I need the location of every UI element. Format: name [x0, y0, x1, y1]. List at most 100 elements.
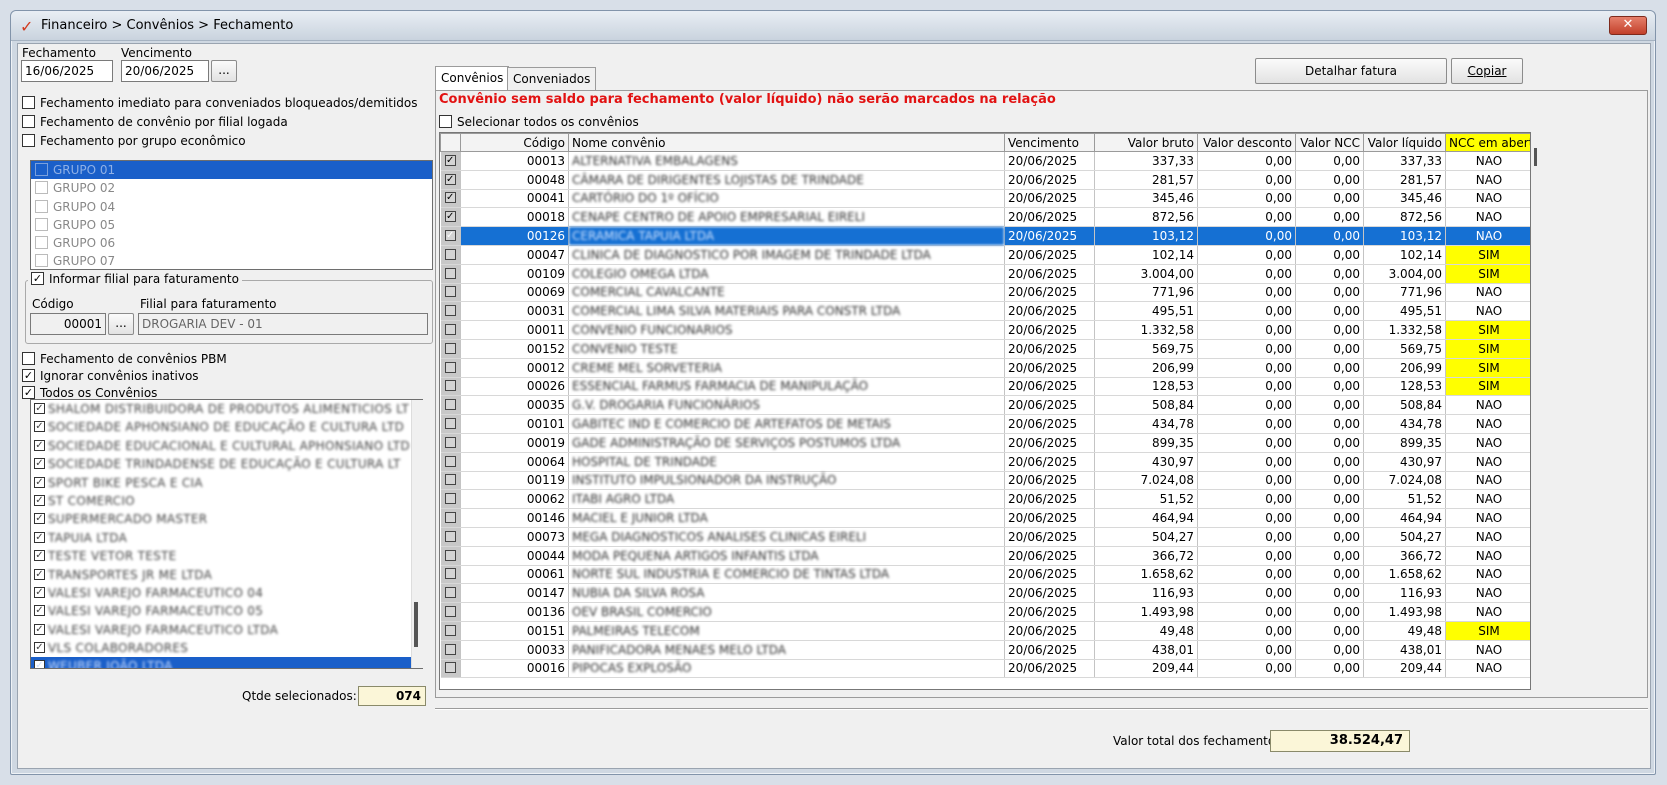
opt-fechamento-imediato[interactable]: Fechamento imediato para conveniados blo… — [22, 94, 418, 112]
convenio-list-item[interactable]: ✓ VALESI VAREJO FARMACEUTICO LTDA — [31, 621, 422, 639]
row-select-cell[interactable] — [440, 489, 461, 510]
filial-codigo-field[interactable]: 00001 — [30, 313, 106, 335]
row-checkbox-icon[interactable] — [444, 662, 456, 674]
row-checkbox-icon[interactable] — [444, 549, 456, 561]
convenio-list-item[interactable]: ✓ SOCIEDADE APHONSIANO DE EDUCAÇÃO E CULT… — [31, 418, 422, 436]
header-valor-liquido[interactable]: Valor líquido — [1363, 133, 1446, 152]
row-select-cell[interactable]: ✓ — [440, 226, 461, 246]
convenio-list-item[interactable]: ✓ SOCIEDADE TRINDADENSE DE EDUCAÇÃO E CUL… — [31, 455, 422, 473]
grid-row[interactable]: 00101 GABITEC IND E COMERCIO DE ARTEFATOS… — [440, 414, 1530, 434]
convenio-list-item[interactable]: ✓ SUPERMERCADO MASTER — [31, 510, 422, 528]
convenio-list-item[interactable]: ✓ VALESI VAREJO FARMACEUTICO 04 — [31, 584, 422, 602]
convenio-list-item[interactable]: ✓ SPORT BIKE PESCA E CIA — [31, 474, 422, 492]
convenio-list-item[interactable]: ✓ TAPUIA LTDA — [31, 529, 422, 547]
grid-row[interactable]: ✓ 00018 CENAPE CENTRO DE APOIO EMPRESARIAL… — [440, 207, 1530, 228]
header-codigo[interactable]: Código — [460, 133, 569, 152]
row-select-cell[interactable] — [440, 339, 461, 359]
grid-row[interactable]: 00061 NORTE SUL INDUSTRIA E COMERCIO DE T… — [440, 565, 1530, 585]
grid-row[interactable]: 00044 MODA PEQUENA ARTIGOS INFANTIS LTDA 2… — [440, 546, 1530, 566]
header-nome[interactable]: Nome convênio — [568, 133, 1005, 152]
convenio-list-item[interactable]: ✓ SOCIEDADE EDUCACIONAL E CULTURAL APHONS… — [31, 437, 422, 455]
row-select-cell[interactable] — [440, 283, 461, 303]
row-checkbox-icon[interactable] — [444, 455, 456, 467]
row-checkbox-icon[interactable] — [444, 248, 456, 260]
row-checkbox-checked-icon[interactable]: ✓ — [444, 192, 456, 204]
detalhar-fatura-button[interactable]: Detalhar fatura — [1255, 58, 1447, 84]
row-checkbox-checked-icon[interactable]: ✓ — [444, 154, 456, 166]
row-select-cell[interactable] — [440, 640, 461, 660]
row-select-cell[interactable] — [440, 527, 461, 547]
opt-fechamento-grupo[interactable]: Fechamento por grupo econômico — [22, 132, 246, 150]
row-checkbox-icon[interactable] — [444, 530, 456, 542]
convenio-list-item[interactable]: ✓ TESTE VETOR TESTE — [31, 547, 422, 565]
grid-row[interactable]: 00073 MEGA DIAGNOSTICOS ANALISES CLINICAS… — [440, 527, 1530, 547]
grid-row[interactable]: 00151 PALMEIRAS TELECOM 20/06/2025 49,48 0,0… — [440, 621, 1530, 641]
grupo-item[interactable]: GRUPO 07 — [31, 252, 432, 269]
grid-row[interactable]: 00012 CREME MEL SORVETERIA 20/06/2025 206,9… — [440, 358, 1530, 378]
row-select-cell[interactable] — [440, 264, 461, 284]
row-select-cell[interactable] — [440, 583, 461, 604]
opt-fechamento-filial[interactable]: Fechamento de convênio por filial logada — [22, 113, 288, 131]
row-select-cell[interactable] — [440, 452, 461, 472]
row-select-cell[interactable] — [440, 320, 461, 340]
convenio-list-item[interactable]: ✓ SHALOM DISTRIBUIDORA DE PRODUTOS ALIMEN… — [31, 400, 422, 418]
grid-row[interactable]: 00146 MACIEL E JUNIOR LTDA 20/06/2025 464,9… — [440, 508, 1530, 528]
grid-row[interactable]: 00035 G.V. DROGARIA FUNCIONÁRIOS 20/06/202… — [440, 395, 1530, 416]
row-checkbox-icon[interactable] — [444, 493, 456, 505]
grid-row[interactable]: 00016 PIPOCAS EXPLOSÃO 20/06/2025 209,44 0,0… — [440, 659, 1530, 679]
row-select-cell[interactable] — [440, 433, 461, 453]
tab-conveniados[interactable]: Conveniados — [507, 67, 597, 90]
title-bar[interactable]: ✓ Financeiro > Convênios > Fechamento ✕ — [11, 11, 1655, 41]
row-select-cell[interactable] — [440, 621, 461, 641]
vencimento-date-field[interactable]: 20/06/2025 — [121, 60, 209, 82]
row-checkbox-icon[interactable] — [444, 436, 456, 448]
row-select-cell[interactable]: ✓ — [440, 170, 461, 190]
grid-row[interactable]: 00019 GADE ADMINISTRAÇÃO DE SERVIÇOS POST… — [440, 433, 1530, 453]
opt-convenios-pbm[interactable]: Fechamento de convênios PBM — [22, 350, 227, 368]
row-select-cell[interactable] — [440, 508, 461, 528]
grid-row[interactable]: 00147 NUBIA DA SILVA ROSA 20/06/2025 116,93… — [440, 583, 1530, 604]
copiar-button[interactable]: Copiar — [1451, 58, 1523, 84]
row-select-cell[interactable] — [440, 471, 461, 491]
grupo-item[interactable]: GRUPO 06 — [31, 234, 432, 252]
convenios-scrollbar-thumb[interactable] — [414, 602, 418, 647]
row-checkbox-icon[interactable] — [444, 342, 456, 354]
row-select-cell[interactable] — [440, 395, 461, 416]
grupos-list[interactable]: GRUPO 01 GRUPO 02 GRUPO 04 GRUPO 05 GRUP… — [30, 160, 433, 270]
select-all-convenios[interactable]: Selecionar todos os convênios — [439, 113, 639, 131]
convenios-grid[interactable]: Código Nome convênio Vencimento Valor br… — [439, 132, 1531, 690]
row-checkbox-checked-icon[interactable]: ✓ — [444, 230, 456, 242]
header-valor-bruto[interactable]: Valor bruto — [1094, 133, 1198, 152]
grid-row[interactable]: ✓ 00041 CARTÓRIO DO 1º OFÍCIO 20/06/2025 345… — [440, 189, 1530, 209]
opt-ignorar-inativos[interactable]: ✓ Ignorar convênios inativos — [22, 367, 199, 385]
grid-row[interactable]: 00062 ITABI AGRO LTDA 20/06/2025 51,52 0,00 0… — [440, 489, 1530, 510]
close-button[interactable]: ✕ — [1609, 16, 1647, 35]
row-checkbox-icon[interactable] — [444, 418, 456, 430]
row-checkbox-icon[interactable] — [444, 474, 456, 486]
filial-search-button[interactable]: ... — [108, 313, 134, 335]
row-checkbox-icon[interactable] — [444, 305, 456, 317]
row-checkbox-icon[interactable] — [444, 361, 456, 373]
convenios-checklist[interactable]: ✓ SHALOM DISTRIBUIDORA DE PRODUTOS ALIMEN… — [30, 399, 423, 669]
row-checkbox-icon[interactable] — [444, 643, 456, 655]
grid-scrollbar[interactable] — [1533, 132, 1551, 690]
convenio-list-item[interactable]: ✓ TRANSPORTES JR ME LTDA — [31, 566, 422, 584]
row-checkbox-checked-icon[interactable]: ✓ — [444, 173, 456, 185]
grupo-item[interactable]: GRUPO 01 — [31, 161, 432, 180]
convenio-list-item[interactable]: ✓ VLS COLABORADORES — [31, 639, 422, 657]
header-valor-desconto[interactable]: Valor desconto — [1197, 133, 1296, 152]
grid-row[interactable]: 00011 CONVENIO FUNCIONARIOS 20/06/2025 1.33… — [440, 320, 1530, 340]
header-vencimento[interactable]: Vencimento — [1004, 133, 1095, 152]
row-select-cell[interactable] — [440, 546, 461, 566]
row-checkbox-icon[interactable] — [444, 568, 456, 580]
vencimento-picker-button[interactable]: ... — [211, 60, 237, 82]
row-select-cell[interactable] — [440, 301, 461, 322]
row-select-cell[interactable] — [440, 659, 461, 679]
row-select-cell[interactable] — [440, 565, 461, 585]
grupo-item[interactable]: GRUPO 05 — [31, 216, 432, 234]
grid-row[interactable]: 00064 HOSPITAL DE TRINDADE 20/06/2025 430,9… — [440, 452, 1530, 472]
row-select-cell[interactable] — [440, 414, 461, 434]
grid-row[interactable]: 00109 COLEGIO OMEGA LTDA 20/06/2025 3.004,0… — [440, 264, 1530, 284]
grid-row[interactable]: 00033 PANIFICADORA MENAES MELO LTDA 20/06/… — [440, 640, 1530, 660]
tab-convenios[interactable]: Convênios — [435, 66, 510, 90]
